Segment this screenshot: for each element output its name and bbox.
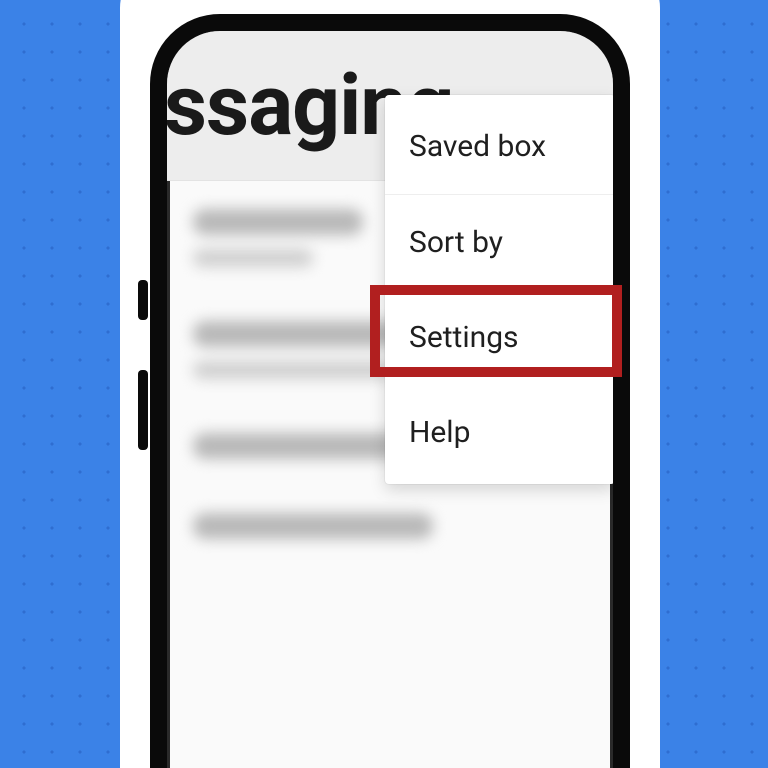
overflow-menu: Saved box Sort by Settings Help bbox=[385, 95, 615, 484]
menu-item-label: Help bbox=[409, 415, 470, 450]
menu-item-help[interactable]: Help bbox=[385, 385, 615, 480]
phone-volume-button bbox=[138, 370, 148, 450]
menu-item-label: Saved box bbox=[409, 129, 546, 164]
menu-item-saved-box[interactable]: Saved box bbox=[385, 99, 615, 195]
menu-item-sort-by[interactable]: Sort by bbox=[385, 195, 615, 290]
phone-side-button bbox=[138, 280, 148, 320]
menu-item-label: Sort by bbox=[409, 225, 503, 260]
menu-item-label: Settings bbox=[409, 320, 519, 355]
phone-frame: Messaging Saved box Sort by Settings Hel… bbox=[150, 14, 630, 768]
menu-item-settings[interactable]: Settings bbox=[385, 290, 615, 385]
conversation-item[interactable] bbox=[193, 513, 587, 539]
